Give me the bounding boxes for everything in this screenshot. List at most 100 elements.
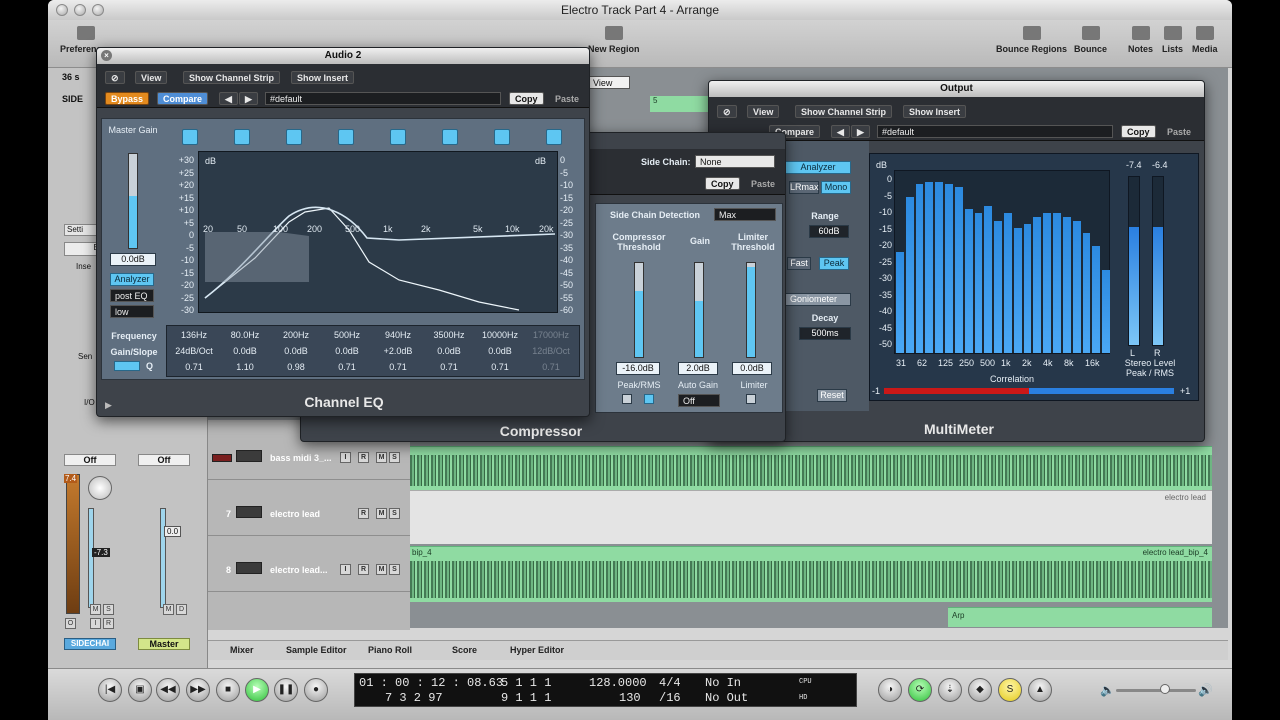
preset-menu[interactable]: #default xyxy=(877,125,1113,138)
compressor-threshold-value[interactable]: -16.0dB xyxy=(616,362,660,375)
replace-icon[interactable]: ⇣ xyxy=(938,678,962,702)
lists-button[interactable]: Lists xyxy=(1162,26,1183,54)
eq-band-q[interactable]: 0.71 xyxy=(169,362,219,372)
solo-button-left[interactable]: S xyxy=(103,604,114,615)
limiter-toggle[interactable] xyxy=(746,394,756,404)
eq-band-frequency[interactable]: 80.0Hz xyxy=(220,330,270,340)
close-icon[interactable]: × xyxy=(101,50,112,61)
record-button-left[interactable]: R xyxy=(103,618,114,629)
output-off-left[interactable]: Off xyxy=(64,454,116,466)
region-arp[interactable]: Arp xyxy=(948,607,1212,627)
eq-band-gain[interactable]: 24dB/Oct xyxy=(169,346,219,356)
eq-band-7-icon[interactable] xyxy=(494,129,510,145)
analyzer-resolution-menu[interactable]: low xyxy=(110,305,154,318)
mono-button[interactable]: Mono xyxy=(821,181,851,194)
eq-band-frequency[interactable]: 500Hz xyxy=(322,330,372,340)
eq-band-gain[interactable]: 0.0dB xyxy=(220,346,270,356)
sync-icon[interactable]: ▲ xyxy=(1028,678,1052,702)
eq-band-1-icon[interactable] xyxy=(182,129,198,145)
notes-button[interactable]: Notes xyxy=(1128,26,1153,54)
eq-band-frequency[interactable]: 200Hz xyxy=(271,330,321,340)
record-button[interactable]: R xyxy=(358,452,369,463)
bounce-button[interactable]: Bounce xyxy=(1074,26,1107,54)
limiter-threshold-fader[interactable] xyxy=(746,262,756,358)
fast-forward-icon[interactable]: ▶▶ xyxy=(186,678,210,702)
dim-button-right[interactable]: D xyxy=(176,604,187,615)
solo-button[interactable]: S xyxy=(389,508,400,519)
gain-fader[interactable] xyxy=(694,262,704,358)
master-gain-fader[interactable] xyxy=(128,153,138,249)
limiter-threshold-value[interactable]: 0.0dB xyxy=(732,362,772,375)
pan-knob[interactable] xyxy=(88,476,112,500)
record-button[interactable]: R xyxy=(358,564,369,575)
auto-gain-menu[interactable]: Off xyxy=(678,394,720,407)
prev-preset-icon[interactable]: ◀ xyxy=(219,92,238,105)
track-name[interactable]: bass midi 3_... xyxy=(270,453,332,463)
link-icon[interactable]: ⊘ xyxy=(717,105,737,118)
stop-button-icon[interactable]: ■ xyxy=(216,678,240,702)
prev-preset-icon[interactable]: ◀ xyxy=(831,125,850,138)
time-signature[interactable]: 4/4 xyxy=(659,676,681,690)
pause-icon[interactable]: ❚❚ xyxy=(274,678,298,702)
bypass-button[interactable]: Bypass xyxy=(105,92,150,105)
eq-band-frequency[interactable]: 136Hz xyxy=(169,330,219,340)
copy-button[interactable]: Copy xyxy=(1121,125,1156,138)
rms-toggle[interactable] xyxy=(644,394,654,404)
eq-band-gain[interactable]: 0.0dB xyxy=(424,346,474,356)
analyzer-button[interactable]: Analyzer xyxy=(785,161,851,174)
compressor-threshold-fader[interactable] xyxy=(634,262,644,358)
eq-band-frequency[interactable]: 3500Hz xyxy=(424,330,474,340)
track-row[interactable]: 8 electro lead... I R M S xyxy=(208,548,410,592)
mute-button-right[interactable]: M xyxy=(163,604,174,615)
cycle-icon[interactable]: ⟳ xyxy=(908,678,932,702)
record-button[interactable]: R xyxy=(358,508,369,519)
off-button-left[interactable]: O xyxy=(65,618,76,629)
setting-36[interactable]: 36 s xyxy=(62,72,80,82)
output-off-right[interactable]: Off xyxy=(138,454,190,466)
solo-button[interactable]: S xyxy=(389,452,400,463)
sidechain-label[interactable]: SIDE xyxy=(62,94,83,104)
tab-mixer[interactable]: Mixer xyxy=(230,645,254,655)
eq-band-q[interactable]: 1.10 xyxy=(220,362,270,372)
metronome-icon[interactable]: ◑ xyxy=(878,678,902,702)
eq-band-4-icon[interactable] xyxy=(338,129,354,145)
view-menu[interactable]: View xyxy=(135,71,168,84)
next-preset-icon[interactable]: ▶ xyxy=(239,92,258,105)
eq-band-frequency[interactable]: 940Hz xyxy=(373,330,423,340)
eq-band-q[interactable]: 0.71 xyxy=(475,362,525,372)
eq-band-gain[interactable]: 0.0dB xyxy=(322,346,372,356)
close-icon[interactable] xyxy=(56,4,68,16)
mute-button[interactable]: M xyxy=(376,564,387,575)
track-row[interactable]: bass midi 3_... I R M S xyxy=(208,436,410,480)
peak-toggle[interactable] xyxy=(622,394,632,404)
volume-fader-left[interactable] xyxy=(88,508,94,608)
tempo[interactable]: 128.0000 xyxy=(589,676,647,690)
preset-menu[interactable]: #default xyxy=(265,92,501,105)
decay-value[interactable]: 500ms xyxy=(799,327,851,340)
play-icon[interactable]: ▶ xyxy=(245,678,269,702)
eq-band-gain[interactable]: 12dB/Oct xyxy=(526,346,576,356)
track-name[interactable]: electro lead... xyxy=(270,565,328,575)
eq-band-8-icon[interactable] xyxy=(546,129,562,145)
show-insert-menu[interactable]: Show Insert xyxy=(903,105,967,118)
paste-button[interactable]: Paste xyxy=(549,92,585,105)
division[interactable]: /16 xyxy=(659,691,681,705)
rewind-icon[interactable]: ◀◀ xyxy=(156,678,180,702)
freeze-button[interactable]: I xyxy=(340,564,351,575)
track-row[interactable]: 7 electro lead R M S xyxy=(208,492,410,536)
minimize-icon[interactable] xyxy=(74,4,86,16)
freeze-button[interactable]: I xyxy=(340,452,351,463)
eq-band-q[interactable]: 0.71 xyxy=(526,362,576,372)
eq-band-q[interactable]: 0.71 xyxy=(424,362,474,372)
record-icon[interactable]: ● xyxy=(304,678,328,702)
go-to-start-icon[interactable]: |◀ xyxy=(98,678,122,702)
eq-band-3-icon[interactable] xyxy=(286,129,302,145)
goniometer-button[interactable]: Goniometer xyxy=(785,293,851,306)
eq-band-q[interactable]: 0.71 xyxy=(322,362,372,372)
side-chain-menu[interactable]: None xyxy=(695,155,775,168)
range-value[interactable]: 60dB xyxy=(809,225,849,238)
solo-mode-icon[interactable]: S xyxy=(998,678,1022,702)
q-couple-button[interactable] xyxy=(114,361,140,371)
compare-button[interactable]: Compare xyxy=(157,92,209,105)
tab-score[interactable]: Score xyxy=(452,645,477,655)
